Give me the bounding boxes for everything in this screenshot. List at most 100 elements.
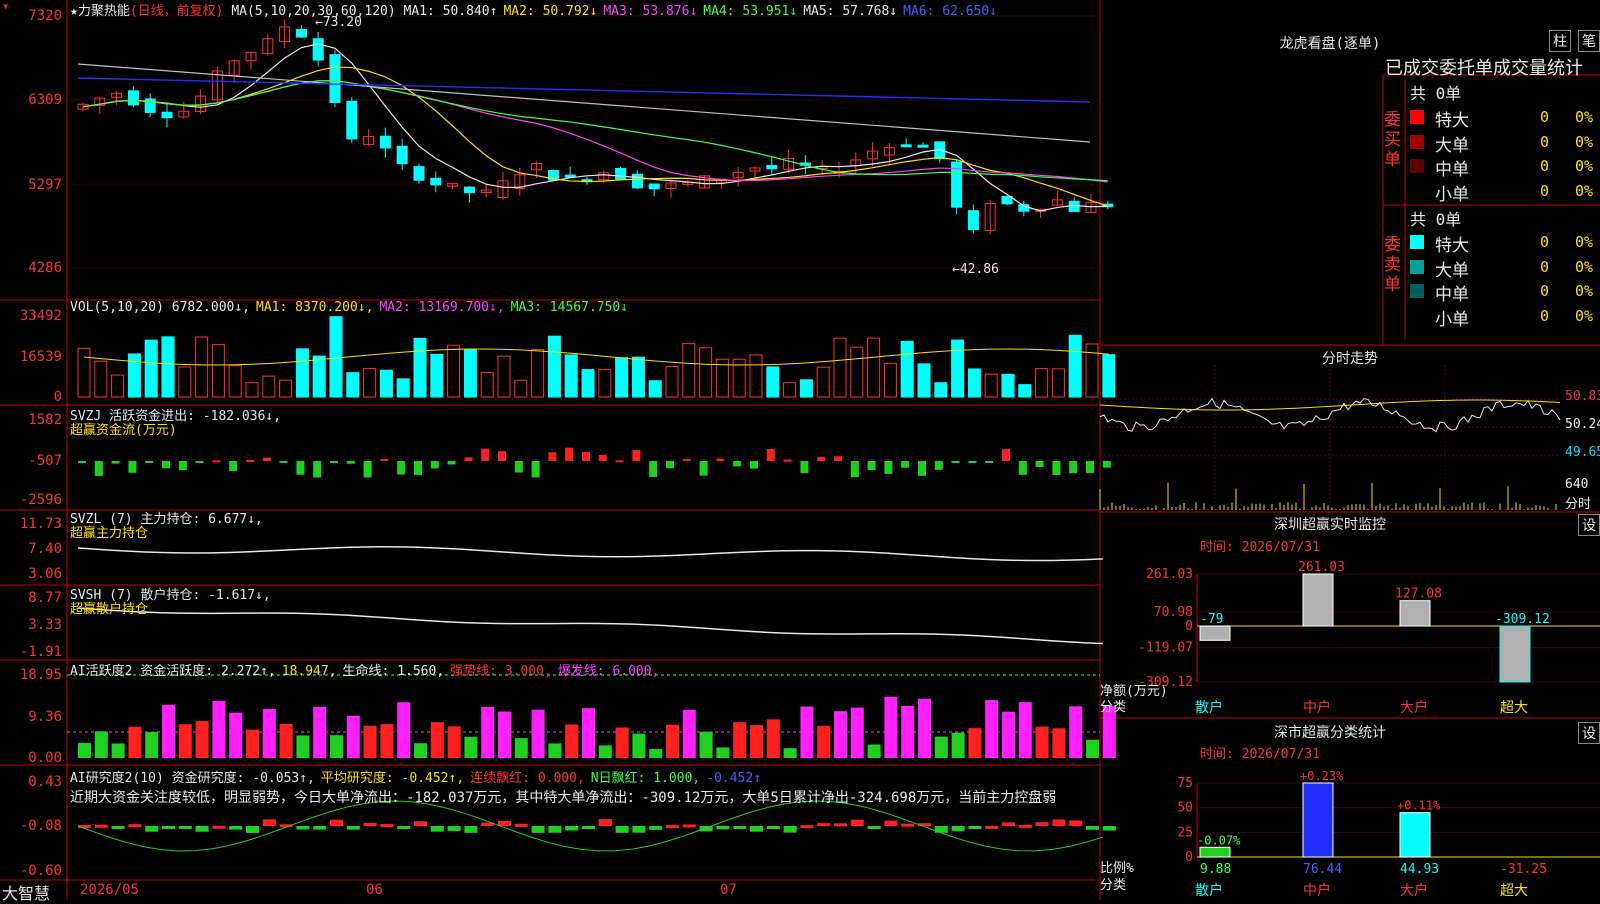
vol-bar-24 [480,372,494,398]
ai-active-bar-10 [246,729,259,758]
svzj-bar-31 [598,454,607,461]
classify-settings-button[interactable]: 设 [1578,722,1600,744]
svzj-bar-42 [783,459,792,462]
svzj-bar-22 [447,461,456,465]
vol-bar-25 [497,355,511,398]
price-axis-tick-0: 7320 [28,8,62,24]
classify-axis-tick-3: 0 [1185,850,1193,865]
svzj-bar-24 [481,448,490,461]
ai-research-bar-8 [212,825,226,829]
ai-research-bar-14 [313,826,327,830]
tick-mode-button[interactable]: 笔 [1578,30,1600,52]
ai-active-bar-19 [397,702,411,758]
svzj-bar-49 [901,461,910,468]
vol-bar-43 [799,379,813,398]
vol-axis-tick-1: 16539 [19,349,62,365]
ai-active-bar-3 [128,726,142,758]
vol-bar-50 [917,363,931,398]
x-label-jul: 07 [720,882,737,898]
svzj-bar-14 [313,461,322,478]
svzj-bar-43 [800,461,809,474]
intraday-axis-mid: 50.24 [1565,417,1600,432]
svzj-bar-38 [716,458,725,461]
candle-body-41 [766,165,778,170]
ai-active-bar-26 [514,738,528,758]
vol-bar-36 [682,342,696,398]
buy-row-pct-3: 0% [1575,181,1594,200]
ai-research-bar-54 [985,825,999,829]
svzj-bar-2 [111,461,120,464]
vol-axis-tick-0: 33492 [19,308,62,324]
ai-research-bar-34 [649,826,663,830]
sell-row-val-1: 0 [1540,257,1550,276]
intraday-title: 分时走势 [1322,351,1378,367]
candle-body-50 [917,144,929,148]
monitor-xlabel: 分类 [1100,700,1127,715]
svzj-bar-29 [565,447,574,461]
ai-active-bar-12 [279,723,293,758]
monitor-bar-大户 [1399,600,1431,627]
ai-active-axis-tick-1: 9.36 [28,709,62,725]
svzj-axis-tick-0: 1582 [28,412,62,428]
svzj-axis-tick-1: -507 [28,453,62,469]
ai-research-bar-47 [867,826,881,829]
sell-row-swatch-0 [1410,235,1424,249]
ai-research-bar-25 [498,820,511,826]
monitor-settings-button[interactable]: 设 [1578,514,1600,536]
ai-active-bar-17 [363,725,377,758]
order-stats-subtitle: 已成交委托单成交量统计 [1385,58,1583,79]
ai-active-bar-40 [750,725,763,758]
vol-bar-41 [766,366,780,398]
ai-research-bar-28 [548,826,562,833]
ai-active-bar-7 [195,721,209,758]
buy-row-val-3: 0 [1540,181,1550,200]
svzj-bar-39 [733,461,742,467]
svsh-line [77,607,1103,645]
ai-active-bar-43 [800,706,814,758]
classify-cat-0: 散户 [1195,882,1223,899]
buy-row-pct-0: 0% [1575,108,1594,126]
chart-canvas: 261.0370.980-119.07-309.12-79散户261.03中户1… [0,0,1600,900]
classify-value-2: 44.93 [1400,862,1439,877]
buy-row-val-1: 0 [1540,132,1550,151]
ai-active-item-4: 爆发线: 6.000, [557,664,660,679]
ai-research-bar-7 [195,826,209,832]
svzl-sub: 超赢主力持仓 [70,526,149,541]
bar-mode-button[interactable]: 柱 [1549,30,1571,52]
buy-row-name-1: 大单 [1435,135,1469,156]
ma-item-0: MA1: 50.840↑ [403,4,498,19]
buy-row-swatch-3 [1410,183,1424,198]
ma-legend: ★力聚热能(日线，前复权) MA(5,10,20,30,60,120) MA1:… [70,0,1003,19]
svzj-bar-35 [666,461,674,469]
ai-active-item-2: 生命线: 1.560, [342,664,445,679]
ai-active-bar-53 [968,728,982,758]
svzj-bar-13 [296,461,305,475]
ai-active-item-0: AI活跃度2 资金活跃度: 2.272↑, [70,664,276,679]
vol-bar-42 [783,382,797,398]
classify-time: 时间: 2026/07/31 [1200,747,1320,762]
svzj-bar-5 [162,461,170,469]
svzj-axis-tick-2: -2596 [19,492,62,508]
ai-active-bar-18 [380,724,394,758]
buy-row-swatch-0 [1410,110,1424,124]
svzj-bar-48 [884,461,893,474]
vol-bar-44 [816,366,830,398]
ai-active-bar-23 [464,736,478,758]
ai-research-bar-20 [414,821,427,826]
ai-research-bar-49 [901,823,915,827]
svzj-bar-55 [1002,449,1010,461]
vol-bar-4 [144,339,158,398]
vol-bar-52 [951,339,965,398]
svzj-bar-32 [615,460,624,463]
svzj-bar-58 [1052,461,1061,476]
ai-active-bar-49 [901,705,915,758]
monitor-time: 时间: 2026/07/31 [1200,540,1320,555]
vol-bar-33 [631,356,645,398]
monitor-value-2: 127.08 [1395,587,1442,602]
sell-row-pct-2: 0% [1575,282,1594,300]
monitor-value-1: 261.03 [1298,560,1345,575]
ai-active-bar-55 [1002,711,1015,758]
ai-research-bar-13 [296,826,310,830]
ai-active-bar-33 [632,733,646,758]
sell-row-name-0: 特大 [1435,236,1469,256]
